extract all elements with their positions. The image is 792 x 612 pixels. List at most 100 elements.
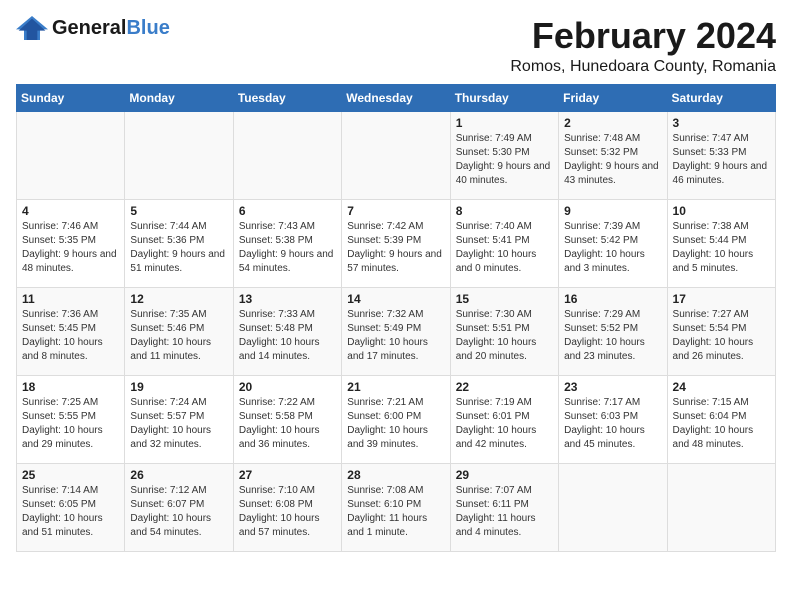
calendar-cell: 10 Sunrise: 7:38 AM Sunset: 5:44 PM Dayli… bbox=[667, 199, 775, 287]
day-number: 22 bbox=[456, 380, 553, 394]
day-info: Sunrise: 7:33 AM Sunset: 5:48 PM Dayligh… bbox=[239, 308, 336, 364]
day-number: 6 bbox=[239, 204, 336, 218]
calendar-cell: 15 Sunrise: 7:30 AM Sunset: 5:51 PM Dayli… bbox=[450, 287, 558, 375]
day-number: 25 bbox=[22, 468, 119, 482]
weekday-header-row: SundayMondayTuesdayWednesdayThursdayFrid… bbox=[17, 84, 776, 111]
day-number: 17 bbox=[673, 292, 770, 306]
calendar-cell: 12 Sunrise: 7:35 AM Sunset: 5:46 PM Dayli… bbox=[125, 287, 233, 375]
day-number: 7 bbox=[347, 204, 444, 218]
day-info: Sunrise: 7:49 AM Sunset: 5:30 PM Dayligh… bbox=[456, 132, 553, 188]
day-info: Sunrise: 7:30 AM Sunset: 5:51 PM Dayligh… bbox=[456, 308, 553, 364]
calendar-week-row: 18Sunrise: 7:25 AM Sunset: 5:55 PM Dayli… bbox=[17, 375, 776, 463]
calendar-cell: 20 Sunrise: 7:22 AM Sunset: 5:58 PM Dayli… bbox=[233, 375, 341, 463]
day-info: Sunrise: 7:15 AM Sunset: 6:04 PM Dayligh… bbox=[673, 396, 770, 452]
day-info: Sunrise: 7:22 AM Sunset: 5:58 PM Dayligh… bbox=[239, 396, 336, 452]
day-info: Sunrise: 7:21 AM Sunset: 6:00 PM Dayligh… bbox=[347, 396, 444, 452]
weekday-header-monday: Monday bbox=[125, 84, 233, 111]
day-number: 12 bbox=[130, 292, 227, 306]
weekday-header-wednesday: Wednesday bbox=[342, 84, 450, 111]
day-number: 27 bbox=[239, 468, 336, 482]
day-info: Sunrise: 7:24 AM Sunset: 5:57 PM Dayligh… bbox=[130, 396, 227, 452]
calendar-subtitle: Romos, Hunedoara County, Romania bbox=[510, 58, 776, 76]
day-number: 1 bbox=[456, 116, 553, 130]
day-info: Sunrise: 7:36 AM Sunset: 5:45 PM Dayligh… bbox=[22, 308, 119, 364]
day-number: 20 bbox=[239, 380, 336, 394]
day-number: 29 bbox=[456, 468, 553, 482]
calendar-cell: 4 Sunrise: 7:46 AM Sunset: 5:35 PM Daylig… bbox=[17, 199, 125, 287]
day-number: 9 bbox=[564, 204, 661, 218]
calendar-cell bbox=[125, 111, 233, 199]
calendar-cell: 27 Sunrise: 7:10 AM Sunset: 6:08 PM Dayli… bbox=[233, 463, 341, 551]
calendar-table: SundayMondayTuesdayWednesdayThursdayFrid… bbox=[16, 84, 776, 552]
calendar-cell: 11 Sunrise: 7:36 AM Sunset: 5:45 PM Dayli… bbox=[17, 287, 125, 375]
day-number: 15 bbox=[456, 292, 553, 306]
day-number: 16 bbox=[564, 292, 661, 306]
calendar-cell bbox=[559, 463, 667, 551]
day-info: Sunrise: 7:42 AM Sunset: 5:39 PM Dayligh… bbox=[347, 220, 444, 276]
weekday-header-tuesday: Tuesday bbox=[233, 84, 341, 111]
day-number: 19 bbox=[130, 380, 227, 394]
day-number: 8 bbox=[456, 204, 553, 218]
logo-icon bbox=[16, 16, 48, 40]
day-number: 11 bbox=[22, 292, 119, 306]
day-info: Sunrise: 7:17 AM Sunset: 6:03 PM Dayligh… bbox=[564, 396, 661, 452]
logo-text: GeneralBlue bbox=[52, 17, 170, 39]
header: GeneralBlue February 2024 Romos, Hunedoa… bbox=[16, 16, 776, 76]
calendar-cell: 6 Sunrise: 7:43 AM Sunset: 5:38 PM Daylig… bbox=[233, 199, 341, 287]
day-number: 24 bbox=[673, 380, 770, 394]
calendar-cell: 8 Sunrise: 7:40 AM Sunset: 5:41 PM Daylig… bbox=[450, 199, 558, 287]
weekday-header-saturday: Saturday bbox=[667, 84, 775, 111]
weekday-header-sunday: Sunday bbox=[17, 84, 125, 111]
day-info: Sunrise: 7:44 AM Sunset: 5:36 PM Dayligh… bbox=[130, 220, 227, 276]
day-number: 4 bbox=[22, 204, 119, 218]
calendar-cell bbox=[342, 111, 450, 199]
day-info: Sunrise: 7:10 AM Sunset: 6:08 PM Dayligh… bbox=[239, 484, 336, 540]
calendar-cell: 26 Sunrise: 7:12 AM Sunset: 6:07 PM Dayli… bbox=[125, 463, 233, 551]
calendar-cell bbox=[233, 111, 341, 199]
day-info: Sunrise: 7:14 AM Sunset: 6:05 PM Dayligh… bbox=[22, 484, 119, 540]
calendar-cell: 3 Sunrise: 7:47 AM Sunset: 5:33 PM Daylig… bbox=[667, 111, 775, 199]
calendar-cell: 9Sunrise: 7:39 AM Sunset: 5:42 PM Daylig… bbox=[559, 199, 667, 287]
calendar-cell: 13 Sunrise: 7:33 AM Sunset: 5:48 PM Dayli… bbox=[233, 287, 341, 375]
calendar-cell: 7 Sunrise: 7:42 AM Sunset: 5:39 PM Daylig… bbox=[342, 199, 450, 287]
day-number: 10 bbox=[673, 204, 770, 218]
day-info: Sunrise: 7:25 AM Sunset: 5:55 PM Dayligh… bbox=[22, 396, 119, 452]
calendar-cell: 25 Sunrise: 7:14 AM Sunset: 6:05 PM Dayli… bbox=[17, 463, 125, 551]
calendar-cell: 23Sunrise: 7:17 AM Sunset: 6:03 PM Dayli… bbox=[559, 375, 667, 463]
calendar-cell: 16 Sunrise: 7:29 AM Sunset: 5:52 PM Dayli… bbox=[559, 287, 667, 375]
calendar-week-row: 25 Sunrise: 7:14 AM Sunset: 6:05 PM Dayli… bbox=[17, 463, 776, 551]
day-info: Sunrise: 7:47 AM Sunset: 5:33 PM Dayligh… bbox=[673, 132, 770, 188]
day-info: Sunrise: 7:12 AM Sunset: 6:07 PM Dayligh… bbox=[130, 484, 227, 540]
day-info: Sunrise: 7:27 AM Sunset: 5:54 PM Dayligh… bbox=[673, 308, 770, 364]
day-number: 26 bbox=[130, 468, 227, 482]
day-number: 2 bbox=[564, 116, 661, 130]
logo: GeneralBlue bbox=[16, 16, 170, 40]
day-info: Sunrise: 7:07 AM Sunset: 6:11 PM Dayligh… bbox=[456, 484, 553, 540]
title-area: February 2024 Romos, Hunedoara County, R… bbox=[510, 16, 776, 76]
day-info: Sunrise: 7:40 AM Sunset: 5:41 PM Dayligh… bbox=[456, 220, 553, 276]
day-info: Sunrise: 7:38 AM Sunset: 5:44 PM Dayligh… bbox=[673, 220, 770, 276]
calendar-cell: 24 Sunrise: 7:15 AM Sunset: 6:04 PM Dayli… bbox=[667, 375, 775, 463]
day-number: 28 bbox=[347, 468, 444, 482]
day-number: 5 bbox=[130, 204, 227, 218]
day-number: 14 bbox=[347, 292, 444, 306]
day-info: Sunrise: 7:43 AM Sunset: 5:38 PM Dayligh… bbox=[239, 220, 336, 276]
calendar-week-row: 11 Sunrise: 7:36 AM Sunset: 5:45 PM Dayli… bbox=[17, 287, 776, 375]
day-info: Sunrise: 7:29 AM Sunset: 5:52 PM Dayligh… bbox=[564, 308, 661, 364]
calendar-cell: 2 Sunrise: 7:48 AM Sunset: 5:32 PM Daylig… bbox=[559, 111, 667, 199]
day-info: Sunrise: 7:19 AM Sunset: 6:01 PM Dayligh… bbox=[456, 396, 553, 452]
calendar-cell: 21Sunrise: 7:21 AM Sunset: 6:00 PM Dayli… bbox=[342, 375, 450, 463]
day-info: Sunrise: 7:32 AM Sunset: 5:49 PM Dayligh… bbox=[347, 308, 444, 364]
calendar-title: February 2024 bbox=[510, 16, 776, 56]
calendar-cell: 29 Sunrise: 7:07 AM Sunset: 6:11 PM Dayli… bbox=[450, 463, 558, 551]
day-number: 13 bbox=[239, 292, 336, 306]
calendar-cell bbox=[667, 463, 775, 551]
calendar-week-row: 4 Sunrise: 7:46 AM Sunset: 5:35 PM Daylig… bbox=[17, 199, 776, 287]
day-number: 3 bbox=[673, 116, 770, 130]
calendar-cell bbox=[17, 111, 125, 199]
calendar-week-row: 1 Sunrise: 7:49 AM Sunset: 5:30 PM Daylig… bbox=[17, 111, 776, 199]
day-info: Sunrise: 7:48 AM Sunset: 5:32 PM Dayligh… bbox=[564, 132, 661, 188]
calendar-cell: 28Sunrise: 7:08 AM Sunset: 6:10 PM Dayli… bbox=[342, 463, 450, 551]
day-info: Sunrise: 7:35 AM Sunset: 5:46 PM Dayligh… bbox=[130, 308, 227, 364]
day-info: Sunrise: 7:46 AM Sunset: 5:35 PM Dayligh… bbox=[22, 220, 119, 276]
